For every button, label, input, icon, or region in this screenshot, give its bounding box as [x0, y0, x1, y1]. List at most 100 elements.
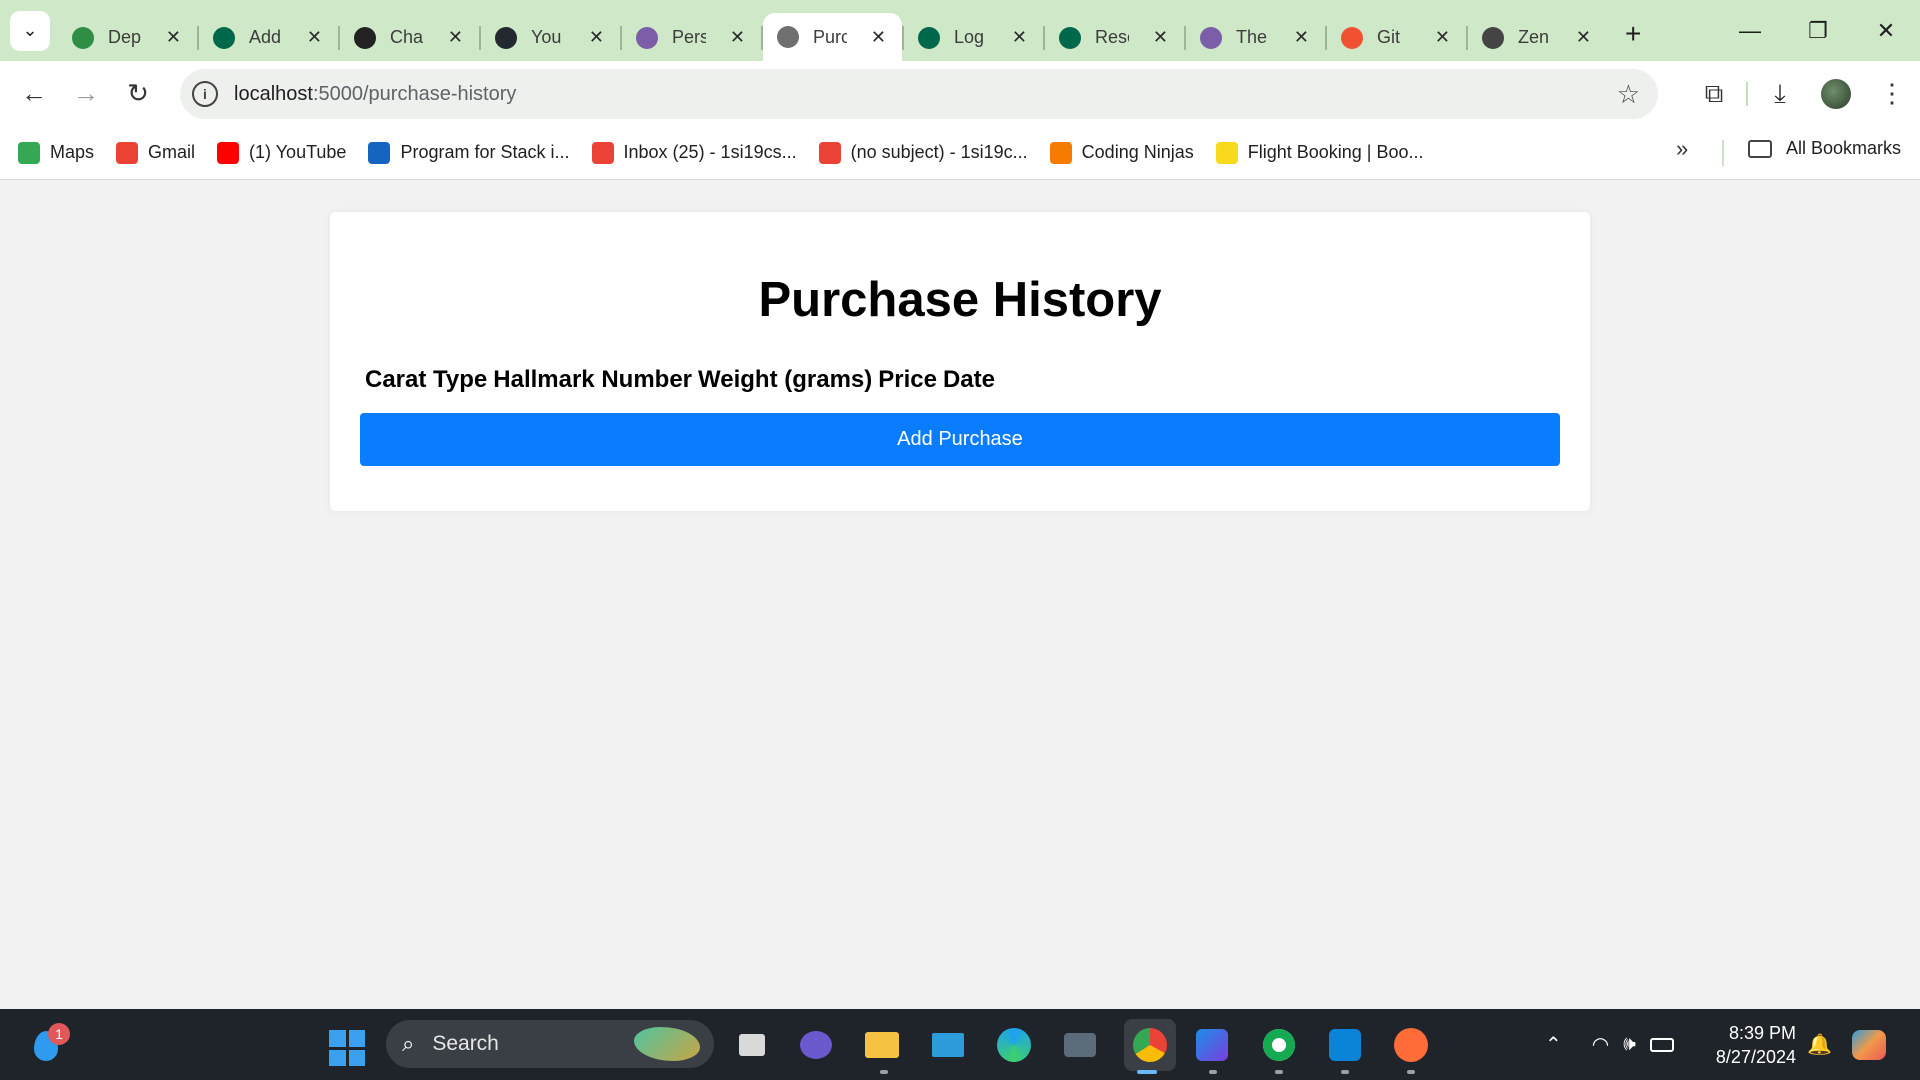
- chrome-app[interactable]: [1124, 1019, 1176, 1071]
- menu-kebab-icon[interactable]: ⋮: [1864, 68, 1920, 120]
- task-view-button[interactable]: [731, 1024, 773, 1066]
- purchase-history-card: Purchase History Carat Type Hallmark Numb…: [330, 212, 1590, 511]
- browser-tab[interactable]: Cha ✕: [340, 15, 479, 61]
- new-tab-button[interactable]: +: [1625, 18, 1641, 50]
- browser-tab[interactable]: Pers ✕: [622, 15, 761, 61]
- close-tab-icon[interactable]: ✕: [1294, 27, 1309, 48]
- copilot-icon: [1852, 1029, 1886, 1060]
- close-tab-icon[interactable]: ✕: [1153, 27, 1168, 48]
- system-clock[interactable]: 8:39 PM 8/27/2024: [1706, 1021, 1796, 1069]
- add-purchase-button[interactable]: Add Purchase: [360, 413, 1560, 466]
- wifi-icon[interactable]: ◠: [1592, 1032, 1609, 1057]
- browser-tab[interactable]: You ✕: [481, 15, 620, 61]
- postman-app[interactable]: [1390, 1024, 1432, 1066]
- git-icon: [1341, 26, 1363, 49]
- browser-tab[interactable]: Git ✕: [1327, 15, 1466, 61]
- battery-icon[interactable]: [1649, 1037, 1674, 1052]
- page-viewport: Purchase History Carat Type Hallmark Numb…: [0, 181, 1920, 1009]
- download-icon[interactable]: ⤓: [1752, 68, 1808, 120]
- close-tab-icon[interactable]: ✕: [1435, 27, 1450, 48]
- start-button[interactable]: [329, 1030, 365, 1066]
- camera-app[interactable]: [1059, 1024, 1101, 1066]
- webstorm-app[interactable]: [1191, 1024, 1233, 1066]
- forward-button[interactable]: →: [60, 68, 112, 120]
- tab-title: You: [531, 27, 562, 47]
- close-tab-icon[interactable]: ✕: [307, 27, 322, 48]
- bookmark-label: Coding Ninjas: [1081, 142, 1194, 162]
- notifications-button[interactable]: 🔔: [1807, 1009, 1832, 1080]
- minimize-button[interactable]: —: [1716, 0, 1784, 61]
- page-title: Purchase History: [758, 273, 1162, 327]
- browser-tab[interactable]: The ✕: [1186, 15, 1325, 61]
- taskbar-search[interactable]: ⌕ Search: [386, 1020, 714, 1068]
- tab-title: Log: [954, 27, 985, 47]
- app-active-indicator: [1137, 1070, 1157, 1074]
- monitor-icon: [932, 1033, 964, 1057]
- site-info-icon[interactable]: i: [192, 81, 218, 107]
- url-text[interactable]: localhost:5000/purchase-history: [234, 83, 516, 106]
- profile-avatar[interactable]: [1821, 78, 1851, 109]
- browser-tab[interactable]: Purc ✕: [763, 13, 902, 61]
- close-tab-icon[interactable]: ✕: [1012, 27, 1027, 48]
- more-bookmarks-icon[interactable]: »: [1676, 136, 1688, 162]
- app-running-indicator: [1407, 1070, 1415, 1074]
- bookmark-label: Inbox (25) - 1si19cs...: [623, 142, 797, 162]
- column-header: Carat Type: [365, 366, 488, 393]
- all-bookmarks-button[interactable]: All Bookmarks: [1748, 138, 1901, 159]
- bookmark-item[interactable]: Flight Booking | Boo...: [1215, 138, 1424, 168]
- close-tab-icon[interactable]: ✕: [166, 27, 181, 48]
- app-running-indicator: [1209, 1070, 1217, 1074]
- gmail-icon: [818, 141, 841, 164]
- bookmark-item[interactable]: Maps: [18, 138, 94, 168]
- tab-title: The: [1236, 27, 1268, 47]
- file-explorer-app[interactable]: [861, 1024, 903, 1066]
- close-tab-icon[interactable]: ✕: [448, 27, 463, 48]
- close-tab-icon[interactable]: ✕: [871, 27, 886, 48]
- arrow-left-icon: ←: [21, 78, 47, 108]
- mongodb-compass-app[interactable]: [1258, 1024, 1300, 1066]
- windows-logo-icon: [329, 1030, 346, 1047]
- edge-app[interactable]: [993, 1024, 1035, 1066]
- reload-button[interactable]: ↻: [112, 68, 164, 120]
- bookmark-item[interactable]: Coding Ninjas: [1049, 138, 1194, 168]
- browser-tab[interactable]: Log ✕: [904, 15, 1043, 61]
- close-tab-icon[interactable]: ✕: [589, 27, 604, 48]
- browser-tab[interactable]: Add ✕: [199, 15, 338, 61]
- vscode-app[interactable]: [1324, 1024, 1366, 1066]
- remote-desktop-app[interactable]: [927, 1024, 969, 1066]
- system-tray: ⌃ ◠ 🕪: [1545, 1009, 1674, 1080]
- chatgpt-icon: [354, 26, 376, 49]
- close-window-button[interactable]: ✕: [1852, 0, 1920, 61]
- copilot-button[interactable]: [1852, 1009, 1886, 1080]
- close-tab-icon[interactable]: ✕: [730, 27, 745, 48]
- youtube-icon: [217, 141, 240, 164]
- browser-tab[interactable]: Dep ✕: [58, 15, 197, 61]
- extensions-icon[interactable]: ⧉: [1686, 68, 1742, 120]
- clock-time: 8:39 PM: [1728, 1023, 1796, 1043]
- bookmark-item[interactable]: Inbox (25) - 1si19cs...: [591, 138, 797, 168]
- mongodb-icon: [213, 26, 235, 49]
- windows-logo-icon: [348, 1030, 365, 1047]
- browser-tab[interactable]: Rese ✕: [1045, 15, 1184, 61]
- close-tab-icon[interactable]: ✕: [1576, 27, 1591, 48]
- chevron-down-icon: ⌄: [22, 20, 38, 40]
- address-bar[interactable]: i localhost:5000/purchase-history ☆: [180, 69, 1658, 119]
- mongodb-icon: [918, 26, 940, 49]
- bookmarks-divider: [1722, 140, 1724, 166]
- bookmark-star-icon[interactable]: ☆: [1617, 79, 1640, 110]
- volume-icon[interactable]: 🕪: [1623, 1033, 1636, 1056]
- widgets-button[interactable]: 1: [26, 1023, 70, 1063]
- tab-search-button[interactable]: ⌄: [10, 10, 50, 51]
- bookmark-item[interactable]: (1) YouTube: [217, 138, 346, 168]
- windows-logo-icon: [348, 1049, 365, 1066]
- teams-meet-app[interactable]: [795, 1024, 837, 1066]
- back-button[interactable]: ←: [8, 68, 60, 120]
- chevron-up-icon[interactable]: ⌃: [1545, 1032, 1562, 1057]
- restore-icon: ❐: [1808, 17, 1828, 43]
- bookmark-item[interactable]: Program for Stack i...: [368, 138, 570, 168]
- restore-button[interactable]: ❐: [1784, 0, 1852, 61]
- browser-tab[interactable]: Zen ✕: [1468, 15, 1607, 61]
- bookmark-item[interactable]: (no subject) - 1si19c...: [818, 138, 1028, 168]
- bookmark-item[interactable]: Gmail: [116, 138, 195, 168]
- table-header-row: Carat Type Hallmark Number Weight (grams) P…: [365, 366, 995, 394]
